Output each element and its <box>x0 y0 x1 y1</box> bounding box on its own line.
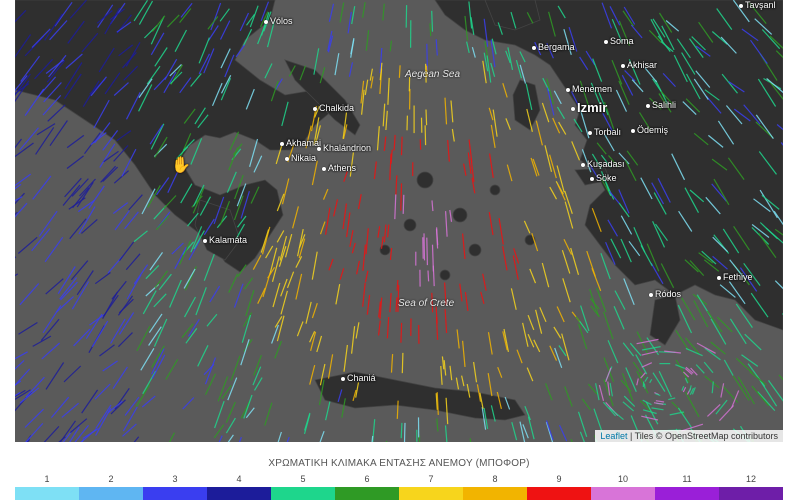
wind-streak <box>400 183 403 211</box>
city-marker-khalandrion <box>317 147 321 151</box>
legend-swatch-4 <box>207 487 271 500</box>
city-marker-odemis <box>631 129 635 133</box>
legend-swatch-1 <box>15 487 79 500</box>
legend-number-5: 5 <box>300 474 306 484</box>
wind-streak <box>424 125 427 146</box>
legend-title: ΧΡΩΜΑΤΙΚΗ ΚΛΙΜΑΚΑ ΕΝΤΑΣΗΣ ΑΝΕΜΟΥ (ΜΠΟΦΟΡ… <box>268 458 530 469</box>
legend-number-12: 12 <box>745 474 756 484</box>
city-label-fethiye: Fethiye <box>723 272 753 282</box>
city-label-soma: Soma <box>610 36 634 46</box>
city-label-athens: Athens <box>328 163 357 173</box>
city-marker-akhisar <box>621 64 625 68</box>
legend-color-bar <box>15 487 783 500</box>
wind-streak <box>400 422 403 439</box>
city-marker-bergama <box>532 46 536 50</box>
wind-streak <box>402 194 405 214</box>
city-marker-menemen <box>566 88 570 92</box>
leaflet-link[interactable]: Leaflet <box>600 431 627 441</box>
wind-streak <box>427 270 430 282</box>
legend-numbers: 1 2 3 4 5 6 7 8 9 10 11 12 <box>15 474 783 484</box>
sea-of-crete-label: Sea of Crete <box>398 298 455 309</box>
legend-number-7: 7 <box>428 474 434 484</box>
wind-streak <box>425 109 428 126</box>
city-label-odemis: Ödemiş <box>637 125 669 135</box>
attribution-separator: | <box>627 431 635 441</box>
legend-number-9: 9 <box>556 474 562 484</box>
city-marker-salihli <box>646 104 650 108</box>
city-label-nikaia: Nikaia <box>291 153 317 163</box>
city-label-akhamai: Akhamai <box>286 138 322 148</box>
wind-streak <box>423 233 426 261</box>
city-label-khalandrion: Khalándrion <box>323 143 372 153</box>
city-label-akhisar: Akhisar <box>627 60 658 70</box>
city-marker-soke <box>590 177 594 181</box>
city-marker-izmir <box>571 107 575 111</box>
city-label-torbali: Torbalı <box>594 127 622 137</box>
wind-streak <box>400 136 403 156</box>
hand-cursor-icon: ✋ <box>171 157 191 174</box>
legend-swatch-5 <box>271 487 335 500</box>
city-marker-kusadasi <box>581 163 585 167</box>
aegean-sea-label: Aegean Sea <box>405 69 461 80</box>
city-marker-chalkida <box>313 107 317 111</box>
city-marker-tavsan <box>739 4 743 8</box>
legend-swatch-9 <box>527 487 591 500</box>
wind-streak <box>403 422 406 442</box>
city-marker-nikaia <box>285 157 289 161</box>
legend-swatch-10 <box>591 487 655 500</box>
legend-swatch-7 <box>399 487 463 500</box>
city-marker-chania <box>341 377 345 381</box>
city-marker-torbali <box>588 131 592 135</box>
city-marker-volos <box>264 20 268 24</box>
city-label-chania: Chaniá <box>347 373 376 383</box>
legend-swatch-8 <box>463 487 527 500</box>
wind-streak <box>401 352 404 374</box>
city-marker-athens <box>322 167 326 171</box>
city-label-rodos: Ródos <box>655 289 682 299</box>
city-marker-rodos <box>649 293 653 297</box>
city-label-tavsan: Tavşanl <box>745 0 776 10</box>
map-attribution: Leaflet | Tiles © OpenStreetMap contribu… <box>595 430 783 442</box>
wind-map[interactable]: ✋ Aegean Sea Sea of Crete Vólos Tavşanl So… <box>15 0 783 442</box>
city-label-chalkida: Chalkida <box>319 103 355 113</box>
tiles-credit: Tiles © OpenStreetMap contributors <box>634 431 778 441</box>
legend-number-11: 11 <box>682 474 692 484</box>
legend-number-10: 10 <box>617 474 628 484</box>
city-marker-fethiye <box>717 276 721 280</box>
legend-swatch-3 <box>143 487 207 500</box>
wind-streak <box>400 322 403 343</box>
city-label-bergama: Bergama <box>538 42 575 52</box>
city-label-volos: Vólos <box>270 16 293 26</box>
city-marker-kalamata <box>203 239 207 243</box>
legend-swatch-12 <box>719 487 783 500</box>
city-label-kusadasi: Kuşadası <box>587 159 625 169</box>
city-label-soke: Söke <box>596 173 617 183</box>
legend-number-3: 3 <box>172 474 178 484</box>
city-label-salihli: Salihli <box>652 100 677 110</box>
city-label-kalamata: Kalamáta <box>209 235 248 245</box>
city-marker-soma <box>604 40 608 44</box>
legend-swatch-2 <box>79 487 143 500</box>
legend-number-6: 6 <box>364 474 370 484</box>
map-canvas <box>15 0 783 442</box>
wind-streak <box>643 383 646 389</box>
wind-streak <box>426 237 428 266</box>
legend-number-4: 4 <box>236 474 242 484</box>
wind-streak <box>398 65 401 78</box>
city-marker-akhamai <box>280 142 284 146</box>
wind-scale-legend: ΧΡΩΜΑΤΙΚΗ ΚΛΙΜΑΚΑ ΕΝΤΑΣΗΣ ΑΝΕΜΟΥ (ΜΠΟΦΟΡ… <box>15 456 783 500</box>
legend-number-2: 2 <box>108 474 114 484</box>
wind-streak <box>431 10 434 32</box>
city-label-menemen: Menemen <box>572 84 613 94</box>
city-label-izmir: Izmir <box>577 100 608 115</box>
wind-streak <box>429 23 432 37</box>
wind-streak <box>396 400 399 419</box>
legend-swatch-6 <box>335 487 399 500</box>
legend-number-8: 8 <box>492 474 498 484</box>
legend-number-1: 1 <box>44 474 50 484</box>
legend-swatch-11 <box>655 487 719 500</box>
